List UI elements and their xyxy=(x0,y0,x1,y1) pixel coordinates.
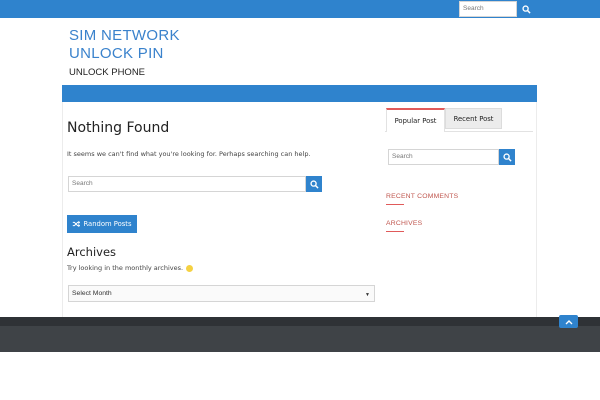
random-posts-button[interactable]: Random Posts xyxy=(67,215,137,233)
month-select-value: Select Month xyxy=(72,290,112,297)
widget-underline xyxy=(386,231,404,232)
main-search-input[interactable]: Search xyxy=(68,176,306,192)
page-title: Nothing Found xyxy=(67,120,170,136)
tab-recent-post[interactable]: Recent Post xyxy=(445,108,502,129)
top-search-button[interactable] xyxy=(518,1,534,17)
footer-top-strip xyxy=(0,317,600,326)
not-found-message: It seems we can't find what you're looki… xyxy=(67,150,311,158)
dropdown-arrow-icon: ▼ xyxy=(365,292,370,298)
widget-title-archives: ARCHIVES xyxy=(386,220,423,227)
search-icon xyxy=(521,4,531,14)
month-select[interactable]: Select Month ▼ xyxy=(68,285,375,302)
search-icon xyxy=(309,179,319,189)
main-navigation-bar xyxy=(62,85,537,102)
site-title[interactable]: SIM NETWORK UNLOCK PIN xyxy=(69,27,199,63)
shuffle-icon xyxy=(73,220,81,228)
search-icon xyxy=(502,152,512,162)
widget-underline xyxy=(386,204,404,205)
widget-title-recent-comments: RECENT COMMENTS xyxy=(386,193,459,200)
sidebar-search-button[interactable] xyxy=(499,149,515,165)
chevron-up-icon xyxy=(565,319,572,324)
archives-heading: Archives xyxy=(67,245,117,259)
main-search-button[interactable] xyxy=(306,176,322,192)
sidebar-search-input[interactable]: Search xyxy=(388,149,499,165)
tab-popular-post[interactable]: Popular Post xyxy=(386,108,445,132)
smiley-icon xyxy=(186,264,194,272)
scroll-to-top-button[interactable] xyxy=(559,315,578,328)
top-search-input[interactable]: Search xyxy=(459,1,517,17)
random-posts-label: Random Posts xyxy=(83,220,132,228)
archives-text: Try looking in the monthly archives. xyxy=(67,264,194,272)
site-description: UNLOCK PHONE xyxy=(69,67,146,78)
archives-text-label: Try looking in the monthly archives. xyxy=(67,264,184,272)
